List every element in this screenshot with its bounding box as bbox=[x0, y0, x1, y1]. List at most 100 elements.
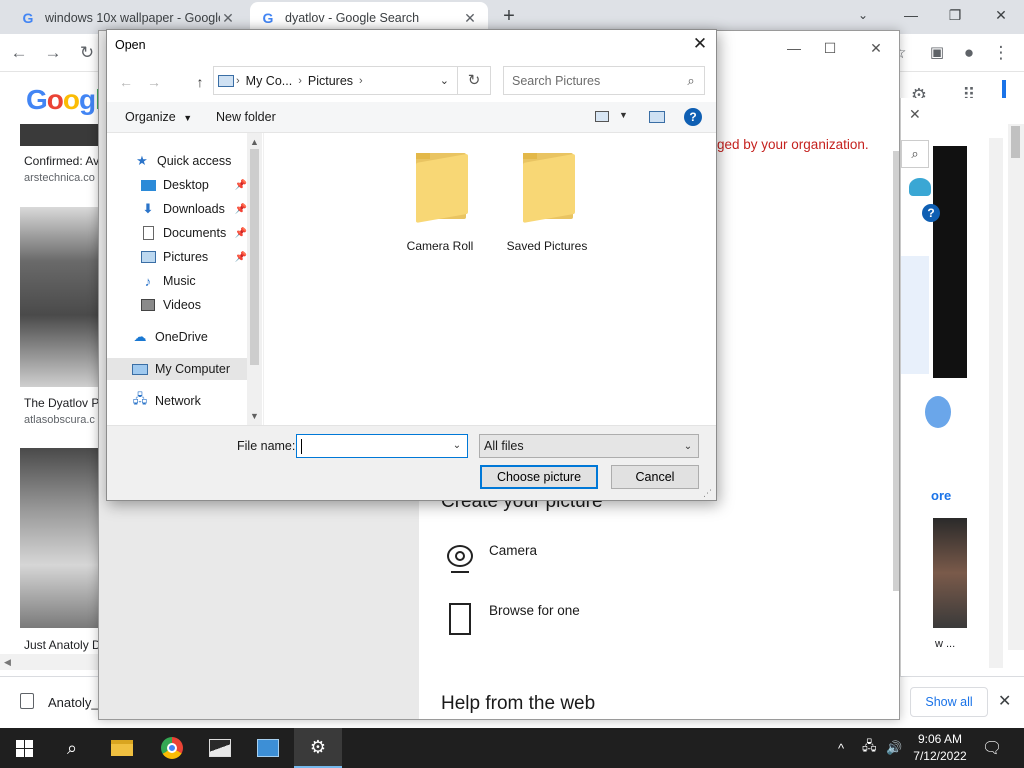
chevron-down-icon[interactable]: ⌄ bbox=[440, 74, 457, 87]
download-item[interactable]: Anatoly_ bbox=[48, 695, 99, 710]
resize-grip-icon[interactable]: ⋰ bbox=[703, 488, 712, 499]
chevron-down-icon[interactable]: ⌄ bbox=[447, 435, 467, 457]
search-box[interactable]: Search Pictures ⌕ bbox=[503, 66, 705, 95]
nav-network[interactable]: 🖧 Network bbox=[107, 390, 247, 412]
result-image[interactable] bbox=[20, 207, 98, 387]
chevron-down-icon[interactable]: ⌄ bbox=[850, 4, 876, 26]
nav-my-computer[interactable]: My Computer bbox=[107, 358, 247, 380]
result-title[interactable]: Confirmed: Av bbox=[24, 154, 99, 168]
nav-quick-access[interactable]: ★ Quick access bbox=[107, 150, 247, 172]
file-name-input[interactable]: ⌄ bbox=[296, 434, 468, 458]
close-icon[interactable]: ✕ bbox=[909, 106, 921, 123]
search-icon[interactable]: ⌕ bbox=[48, 728, 96, 768]
close-icon[interactable]: ✕ bbox=[220, 10, 236, 27]
search-input[interactable]: Search Pictures bbox=[504, 74, 678, 88]
pin-icon[interactable]: 📌 bbox=[235, 204, 247, 215]
search-icon[interactable]: ⌕ bbox=[901, 140, 929, 168]
restore-icon[interactable]: ❐ bbox=[942, 4, 968, 26]
assistant-icon[interactable] bbox=[909, 178, 931, 196]
file-explorer-icon[interactable] bbox=[98, 728, 146, 768]
nav-desktop[interactable]: Desktop 📌 bbox=[107, 174, 247, 196]
page-scrollbar[interactable] bbox=[1008, 124, 1024, 650]
google-logo[interactable]: Googl bbox=[26, 84, 103, 116]
scroll-down-icon[interactable]: ▼ bbox=[247, 409, 262, 423]
download-icon: ⬇ bbox=[142, 201, 154, 216]
pin-icon[interactable]: 📌 bbox=[235, 228, 247, 239]
clock[interactable]: 9:06 AM 7/12/2022 bbox=[908, 731, 972, 765]
result-image[interactable] bbox=[20, 124, 98, 146]
close-window-icon[interactable]: ✕ bbox=[861, 37, 891, 59]
reload-icon[interactable]: ↻ bbox=[76, 42, 98, 64]
nav-onedrive[interactable]: ☁ OneDrive bbox=[107, 326, 247, 348]
settings-scrollbar[interactable] bbox=[893, 151, 899, 591]
close-window-icon[interactable]: ✕ bbox=[988, 4, 1014, 26]
tray-chevron-icon[interactable]: ^ bbox=[838, 728, 844, 768]
help-icon[interactable]: ? bbox=[922, 204, 940, 222]
settings-icon[interactable]: ⚙ bbox=[294, 728, 342, 768]
browse-option[interactable]: Browse for one bbox=[489, 603, 580, 618]
maximize-icon[interactable]: ☐ bbox=[815, 37, 845, 59]
choose-picture-button[interactable]: Choose picture bbox=[480, 465, 598, 489]
start-button[interactable] bbox=[0, 728, 48, 768]
help-icon[interactable]: ? bbox=[684, 108, 702, 126]
nav-music[interactable]: ♪ Music bbox=[107, 270, 247, 292]
file-type-select[interactable]: All files ⌄ bbox=[479, 434, 699, 458]
panel-scrollbar[interactable] bbox=[989, 138, 1003, 668]
organize-menu[interactable]: Organize ▼ bbox=[125, 110, 192, 124]
nav-downloads[interactable]: ⬇ Downloads 📌 bbox=[107, 198, 247, 220]
result-title[interactable]: The Dyatlov P bbox=[24, 396, 99, 410]
address-bar[interactable]: › My Co... › Pictures › ⌄ bbox=[213, 66, 458, 95]
navigation-scrollbar[interactable]: ▲ ▼ bbox=[247, 133, 262, 425]
nav-videos[interactable]: Videos bbox=[107, 294, 247, 316]
folder-camera-roll[interactable]: Camera Roll bbox=[394, 153, 486, 253]
nav-label: Network bbox=[155, 394, 201, 408]
breadcrumb-my-computer[interactable]: My Co... bbox=[240, 74, 299, 88]
breadcrumb-pictures[interactable]: Pictures bbox=[302, 74, 359, 88]
notifications-icon[interactable]: 🗨 bbox=[982, 728, 1002, 768]
sidebar-icon[interactable]: ▣ bbox=[926, 42, 948, 64]
file-icon[interactable] bbox=[449, 603, 471, 635]
more-link[interactable]: ore bbox=[931, 488, 951, 503]
new-folder-button[interactable]: New folder bbox=[216, 110, 276, 124]
back-icon[interactable]: ← bbox=[8, 42, 30, 64]
result-title[interactable]: Just Anatoly D bbox=[24, 638, 101, 652]
chevron-down-icon[interactable]: ▼ bbox=[619, 110, 628, 120]
camera-icon[interactable] bbox=[445, 543, 475, 575]
chrome-icon[interactable] bbox=[148, 728, 196, 768]
pin-icon[interactable]: 📌 bbox=[235, 180, 247, 191]
profile-icon[interactable]: ● bbox=[958, 42, 980, 64]
refresh-button[interactable]: ↻ bbox=[458, 66, 491, 95]
back-icon[interactable]: ← bbox=[115, 71, 137, 93]
new-tab-button[interactable]: + bbox=[498, 6, 520, 28]
minimize-icon[interactable]: — bbox=[779, 37, 809, 59]
folder-saved-pictures[interactable]: Saved Pictures bbox=[501, 153, 593, 253]
close-icon[interactable]: ✕ bbox=[462, 10, 478, 27]
scroll-thumb[interactable] bbox=[250, 149, 259, 365]
help-heading: Help from the web bbox=[441, 693, 596, 714]
network-status-icon[interactable]: 🖧 bbox=[862, 728, 877, 768]
forward-icon[interactable]: → bbox=[42, 42, 64, 64]
show-all-button[interactable]: Show all bbox=[910, 687, 988, 717]
up-icon[interactable]: ↑ bbox=[189, 71, 211, 93]
cancel-button[interactable]: Cancel bbox=[611, 465, 699, 489]
action-circle[interactable] bbox=[925, 396, 951, 428]
result-image[interactable] bbox=[20, 448, 98, 628]
camera-option[interactable]: Camera bbox=[489, 543, 537, 558]
close-icon[interactable]: ✕ bbox=[998, 691, 1011, 711]
control-panel-icon[interactable] bbox=[244, 728, 292, 768]
photos-icon[interactable] bbox=[196, 728, 244, 768]
preview-pane-icon[interactable] bbox=[649, 111, 665, 123]
scroll-left-icon[interactable]: ◀ bbox=[4, 657, 11, 668]
forward-icon[interactable]: → bbox=[143, 71, 165, 93]
volume-icon[interactable]: 🔊 bbox=[886, 728, 902, 768]
close-icon[interactable]: ✕ bbox=[690, 34, 710, 54]
minimize-icon[interactable]: — bbox=[898, 4, 924, 26]
nav-documents[interactable]: Documents 📌 bbox=[107, 222, 247, 244]
pin-icon[interactable]: 📌 bbox=[235, 252, 247, 263]
media-thumb[interactable] bbox=[933, 518, 967, 628]
nav-label: Videos bbox=[163, 298, 201, 312]
scroll-up-icon[interactable]: ▲ bbox=[247, 135, 262, 149]
menu-icon[interactable]: ⋮ bbox=[990, 42, 1012, 64]
view-icon[interactable] bbox=[595, 111, 609, 122]
nav-pictures[interactable]: Pictures 📌 bbox=[107, 246, 247, 268]
